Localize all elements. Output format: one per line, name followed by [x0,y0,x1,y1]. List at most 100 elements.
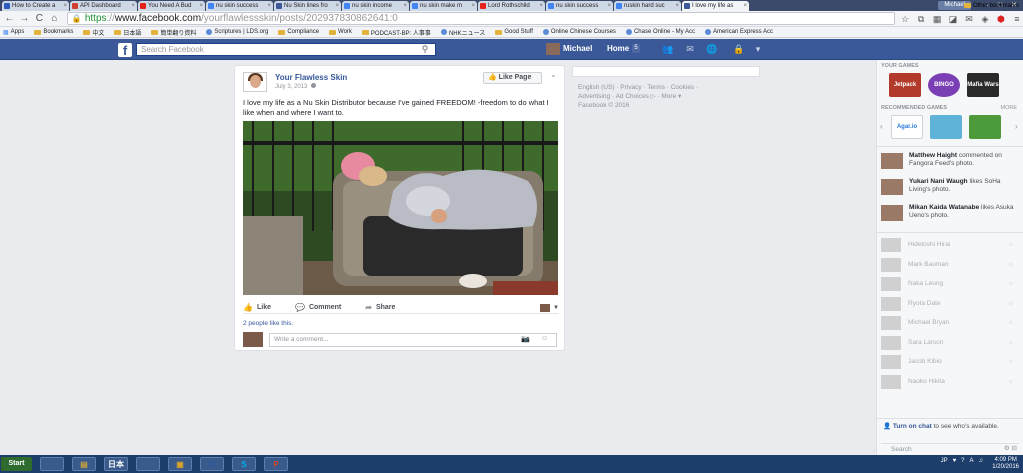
start-button[interactable]: Start [1,457,32,471]
ticker-item[interactable]: Matthew Haight commented on Fangora Feed… [881,152,1021,174]
bookmark-item[interactable]: NHKニュース [440,28,485,37]
close-tab-icon[interactable]: × [63,1,67,11]
close-tab-icon[interactable]: × [199,1,203,11]
bookmark-item[interactable]: American Express Acc [704,29,773,35]
extension-icon[interactable]: ◪ [947,13,959,25]
search-input[interactable]: Search Facebook [136,43,436,56]
footer-links-line[interactable]: English (US) · Privacy · Terms · Cookies… [578,83,738,92]
chat-contact[interactable]: Naoko Hikita ⊙ [881,374,1019,391]
game-tile[interactable]: BINGO [928,73,960,97]
bookmark-item[interactable]: ▦ Apps [3,29,24,36]
bookmark-item[interactable]: Bookmarks [34,29,73,35]
bookmark-item[interactable]: Work [329,29,352,35]
close-tab-icon[interactable]: × [607,1,611,11]
taskbar-clock[interactable]: 4:09 PM 1/20/2016 [992,457,1019,471]
extension-icon[interactable]: ▦ [931,13,943,25]
chevron-left-icon[interactable]: ‹ [880,122,883,131]
more-games-link[interactable]: MORE [1001,105,1018,111]
taskbar-app-icon[interactable]: 日本 [104,457,128,471]
bookmark-item[interactable]: Scriptures | LDS.org [206,29,268,35]
privacy-shortcuts-icon[interactable]: 🔒 [733,44,745,54]
browser-tab[interactable]: I love my life as × [682,1,749,11]
friend-requests-icon[interactable]: 👥 [662,44,674,54]
footer-links-line[interactable]: Advertising · Ad Choices ▷ · More ▾ [578,92,738,101]
browser-tab[interactable]: You Need A Bud × [138,1,205,11]
taskbar-app-icon[interactable]: P [264,457,288,471]
taskbar-app-icon[interactable]: W [200,457,224,471]
tray-icon[interactable]: ♥ [953,458,957,464]
bookmark-item[interactable]: Compliance [278,29,319,35]
share-button[interactable]: ➦ Share [365,303,395,312]
tray-icon[interactable]: ? [961,458,964,464]
close-tab-icon[interactable]: × [335,1,339,11]
page-avatar[interactable] [243,72,267,92]
ticker-item[interactable]: Mikan Kaida Watanabe likes Asuka Ueno's … [881,204,1021,226]
bookmark-item[interactable]: Chase Online - My Acc [625,29,695,35]
post-likes-count[interactable]: 2 people like this. [243,320,293,327]
taskbar-app-icon[interactable]: S [232,457,256,471]
browser-tab[interactable]: Nu Skin lines fro × [274,1,341,11]
adblock-icon[interactable]: ⬢ [995,13,1007,25]
browser-tab[interactable]: nu skin success × [546,1,613,11]
taskbar-app-icon[interactable]: ▤ [72,457,96,471]
bookmark-item[interactable]: 中文 [83,28,104,37]
game-tile[interactable]: Agar.io [891,115,923,139]
like-button[interactable]: 👍 Like [243,303,271,312]
post-date[interactable]: July 3, 2013 [275,83,317,90]
tray-icon[interactable]: JP [941,458,948,464]
browser-tab[interactable]: nu skin income × [342,1,409,11]
tray-icon[interactable]: A [969,458,973,464]
chat-contact[interactable]: Naka Leung ⊙ [881,277,1019,293]
close-tab-icon[interactable]: × [131,1,135,11]
chat-contact[interactable]: Sara Larson ⊙ [881,335,1019,352]
avatar[interactable] [546,43,560,55]
chat-contact[interactable]: Hidetoshi Hirai ⊙ [881,238,1019,254]
game-tile[interactable]: Jetpack [889,73,921,97]
close-tab-icon[interactable]: × [743,1,747,11]
chat-contact[interactable]: Jacob Kibio ⊙ [881,355,1019,371]
post-author-link[interactable]: Your Flawless Skin [275,73,347,82]
chat-contact[interactable]: Ryota Date ⊙ [881,296,1019,313]
profile-link[interactable]: Michael [563,44,592,53]
back-icon[interactable]: ← [3,12,16,25]
close-tab-icon[interactable]: × [471,1,475,11]
close-tab-icon[interactable]: × [539,1,543,11]
chevron-right-icon[interactable]: › [1015,122,1018,131]
close-tab-icon[interactable]: × [267,1,271,11]
chat-search-input[interactable]: Search [881,443,1019,454]
extension-icon[interactable]: ◈ [979,13,991,25]
bookmark-item[interactable]: 簡単翻り資料 [151,28,196,37]
chat-contact[interactable]: Mark Bauman ⊙ [881,257,1019,274]
browser-tab[interactable]: How to Create a × [2,1,69,11]
bookmark-item[interactable]: Good Stuff [495,29,533,35]
extension-icon[interactable]: ⧉ [915,13,927,25]
game-tile[interactable]: Mafia Wars [967,73,999,97]
comment-input[interactable]: Write a comment... [269,333,557,347]
post-options-icon[interactable]: ⌄ [550,70,557,79]
menu-icon[interactable]: ≡ [1011,13,1023,25]
browser-tab[interactable]: Lord Rothschild × [478,1,545,11]
browser-tab[interactable]: API Dashboard × [70,1,137,11]
taskbar-app-icon[interactable]: ⚙ [136,457,160,471]
game-tile[interactable] [930,115,962,139]
close-tab-icon[interactable]: × [675,1,679,11]
home-link[interactable]: Home [607,44,629,53]
star-icon[interactable]: ☆ [899,13,911,25]
url-bar[interactable]: 🔒 https://www.facebook.com/yourflawlesss… [66,12,896,25]
browser-tab[interactable]: nu skin success × [206,1,273,11]
post-as-selector[interactable]: ▼ [540,303,559,312]
close-tab-icon[interactable]: × [403,1,407,11]
extension-icon[interactable]: ✉ [963,13,975,25]
comment-button[interactable]: 💬 Comment [295,303,341,312]
taskbar-app-icon[interactable]: ▣ [168,457,192,471]
notifications-icon[interactable]: 🌐 [706,44,718,54]
search-icon[interactable]: ⚲ [416,44,434,55]
forward-icon[interactable]: → [18,12,31,25]
facebook-logo-icon[interactable]: f [118,43,132,57]
browser-tab[interactable]: ruskin hard suc × [614,1,681,11]
bookmark-item[interactable]: Online Chinese Courses [542,29,616,35]
bookmark-item[interactable]: 日本語 [114,28,141,37]
home-icon[interactable]: ⌂ [48,12,61,25]
account-menu-icon[interactable]: ▾ [752,44,764,54]
game-tile[interactable] [969,115,1001,139]
